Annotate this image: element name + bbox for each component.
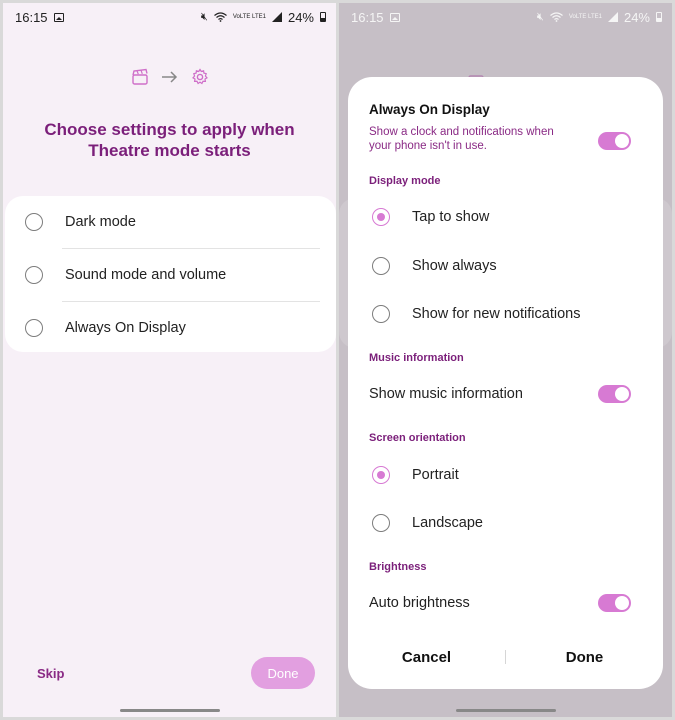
option-always-on-display[interactable]: Always On Display	[5, 302, 336, 354]
gallery-notification-icon	[389, 12, 400, 22]
dialog-title: Always On Display	[369, 102, 490, 117]
show-music-information-toggle[interactable]	[598, 385, 631, 403]
radio-row-landscape[interactable]: Landscape	[372, 508, 483, 538]
radio-label: Show always	[412, 258, 497, 274]
option-sound-mode[interactable]: Sound mode and volume	[5, 249, 336, 301]
radio-label: Landscape	[412, 515, 483, 531]
radio-label: Tap to show	[412, 209, 490, 225]
status-time: 16:15	[15, 9, 48, 25]
radio-row-show-always[interactable]: Show always	[372, 251, 497, 281]
option-dark-mode[interactable]: Dark mode	[5, 196, 336, 248]
dialog-description: Show a clock and notifications when your…	[369, 126, 554, 152]
mute-icon: 🔇︎	[200, 10, 208, 23]
theatre-mode-setup-screen: 16:15 🔇︎ VoLTE LTE1 24% Choose settings …	[3, 3, 336, 717]
checkbox-dark-mode[interactable]	[25, 213, 43, 231]
gear-icon	[191, 68, 208, 85]
toggle-label: Show music information	[369, 386, 523, 402]
section-header-brightness: Brightness	[369, 561, 427, 573]
gallery-notification-icon	[53, 12, 64, 22]
cancel-button[interactable]: Cancel	[348, 649, 505, 666]
radio-landscape[interactable]	[372, 514, 390, 532]
radio-portrait[interactable]	[372, 466, 390, 484]
page-title: Choose settings to apply when Theatre mo…	[44, 120, 295, 160]
network-type-label: VoLTE LTE1	[568, 14, 602, 20]
always-on-display-toggle[interactable]	[598, 132, 631, 150]
radio-label: Portrait	[412, 467, 459, 483]
radio-show-always[interactable]	[372, 257, 390, 275]
dialog-actions: Cancel Done	[348, 643, 663, 671]
clapperboard-icon	[131, 68, 148, 85]
row-show-music-information[interactable]: Show music information	[369, 382, 631, 406]
radio-row-show-for-new-notifications[interactable]: Show for new notifications	[372, 299, 580, 329]
mute-icon: 🔇︎	[536, 10, 544, 23]
toggle-label: Auto brightness	[369, 595, 470, 611]
home-indicator	[119, 709, 220, 712]
signal-icon	[271, 12, 282, 22]
section-header-screen-orientation: Screen orientation	[369, 432, 466, 444]
network-type-label: VoLTE LTE1	[232, 14, 266, 20]
header-illustration	[3, 68, 336, 86]
battery-icon	[320, 12, 326, 22]
option-label: Always On Display	[65, 320, 186, 336]
settings-options-list: Dark mode Sound mode and volume Always O…	[5, 196, 336, 352]
auto-brightness-toggle[interactable]	[598, 594, 631, 612]
always-on-display-dialog: Always On Display Show a clock and notif…	[348, 77, 663, 689]
checkbox-sound-mode[interactable]	[25, 266, 43, 284]
always-on-display-dialog-screen: 16:15 🔇︎ VoLTE LTE1 24% Always On Displa…	[339, 3, 672, 717]
dialog-done-button[interactable]: Done	[506, 649, 663, 666]
wifi-icon	[213, 12, 227, 22]
option-label: Dark mode	[65, 214, 136, 230]
home-indicator	[455, 709, 556, 712]
skip-button[interactable]: Skip	[37, 666, 64, 681]
battery-percentage: 24%	[623, 9, 650, 25]
section-header-display-mode: Display mode	[369, 175, 441, 187]
checkbox-always-on-display[interactable]	[25, 319, 43, 337]
radio-show-for-new-notifications[interactable]	[372, 305, 390, 323]
battery-percentage: 24%	[287, 9, 314, 25]
done-button[interactable]: Done	[251, 657, 315, 689]
radio-tap-to-show[interactable]	[372, 208, 390, 226]
status-bar: 16:15 🔇︎ VoLTE LTE1 24%	[3, 3, 336, 31]
status-time: 16:15	[351, 9, 384, 25]
signal-icon	[607, 12, 618, 22]
radio-label: Show for new notifications	[412, 306, 581, 322]
section-header-music-information: Music information	[369, 352, 464, 364]
status-bar: 16:15 🔇︎ VoLTE LTE1 24%	[339, 3, 672, 31]
row-auto-brightness[interactable]: Auto brightness	[369, 591, 631, 615]
wifi-icon	[549, 12, 563, 22]
radio-row-portrait[interactable]: Portrait	[372, 460, 459, 490]
radio-row-tap-to-show[interactable]: Tap to show	[372, 202, 489, 232]
option-label: Sound mode and volume	[65, 267, 227, 283]
battery-icon	[656, 12, 662, 22]
arrow-right-icon	[161, 71, 177, 83]
